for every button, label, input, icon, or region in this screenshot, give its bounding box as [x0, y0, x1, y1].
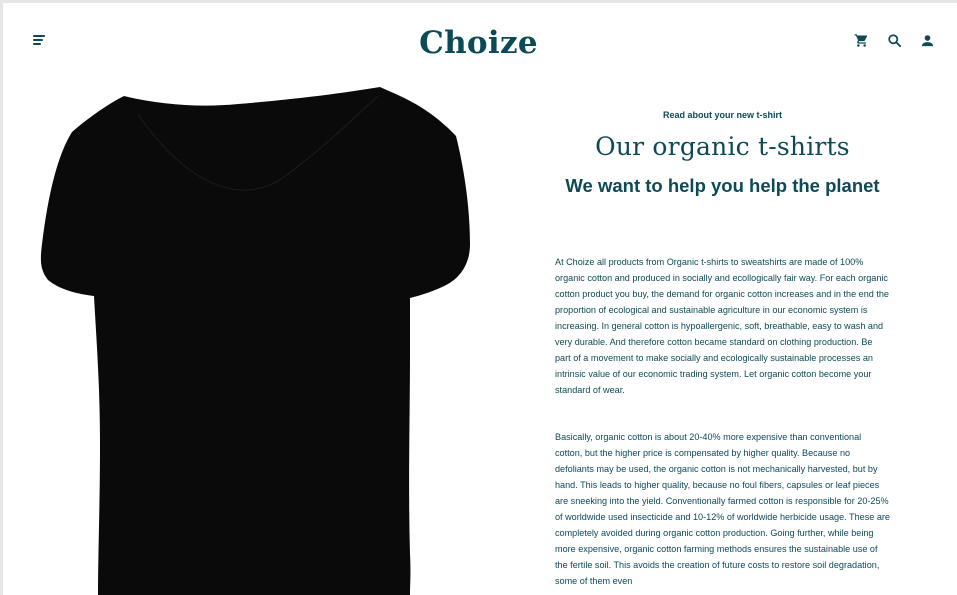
- product-image-tshirt: [40, 87, 471, 595]
- article-subtitle: We want to help you help the planet: [565, 175, 880, 196]
- user-icon[interactable]: [920, 33, 935, 48]
- article-eyebrow: Read about your new t-shirt: [662, 110, 782, 120]
- site-logo[interactable]: Choize: [0, 25, 957, 61]
- article-paragraph-1: At Choize all products from Organic t-sh…: [555, 257, 889, 395]
- search-icon[interactable]: [887, 33, 902, 48]
- article-paragraph-2: Basically, organic cotton is about 20-40…: [555, 432, 890, 586]
- site-header: Choize: [0, 3, 957, 83]
- article: Read about your new t-shirt Our organic …: [555, 110, 890, 589]
- article-title: Our organic t-shirts: [595, 132, 850, 161]
- cart-icon[interactable]: [854, 33, 869, 48]
- header-actions: [854, 33, 935, 48]
